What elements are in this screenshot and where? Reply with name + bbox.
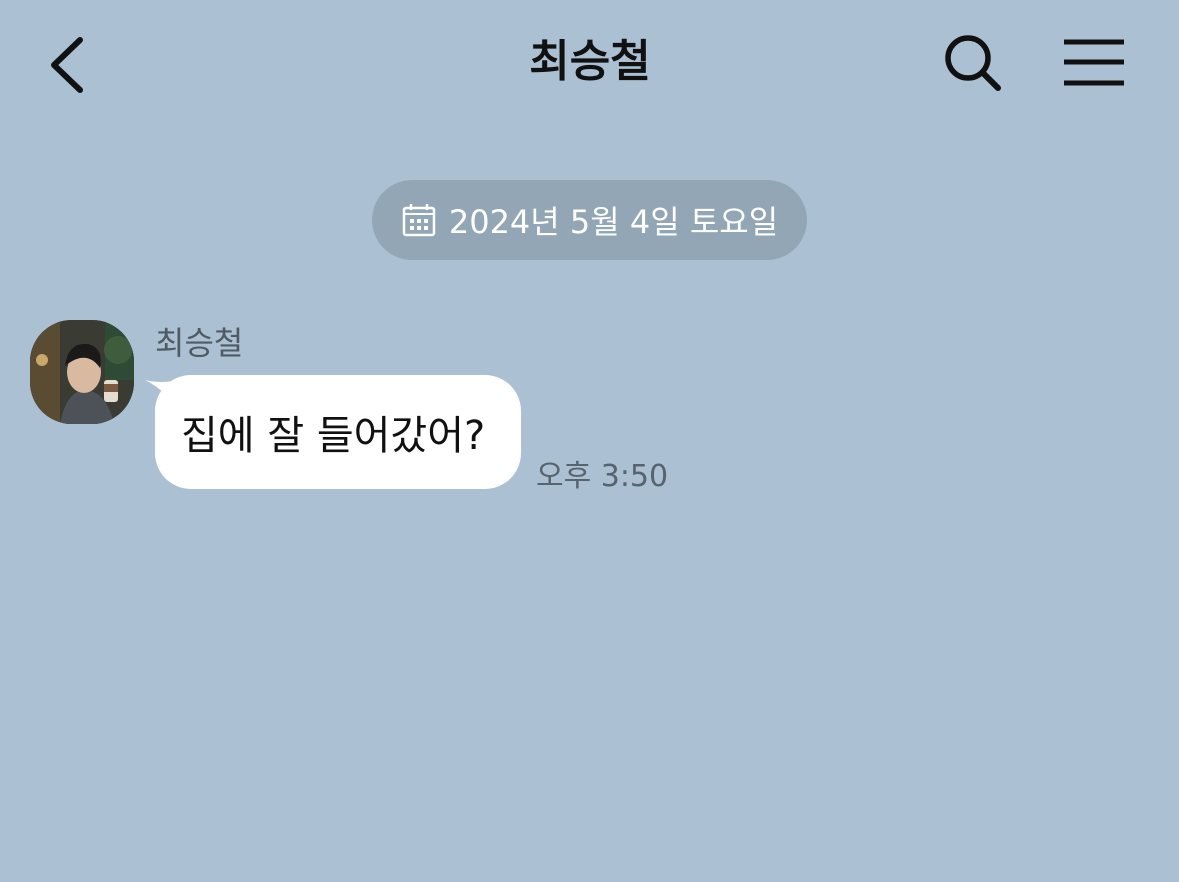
sender-name: 최승철 <box>155 324 244 362</box>
chevron-left-icon <box>51 37 83 93</box>
message-bubble[interactable]: 집에 잘 들어갔어? <box>155 375 521 489</box>
hamburger-menu-icon <box>1064 39 1124 86</box>
back-button[interactable] <box>38 30 98 100</box>
date-divider: 2024년 5월 4일 토요일 <box>372 180 807 260</box>
chat-header: 최승철 <box>0 0 1179 130</box>
sender-avatar[interactable] <box>30 320 134 424</box>
profile-photo <box>30 320 134 424</box>
search-icon <box>945 35 1001 91</box>
chat-title: 최승철 <box>529 36 651 87</box>
menu-button[interactable] <box>1058 34 1132 94</box>
message-timestamp: 오후 3:50 <box>536 459 669 494</box>
calendar-icon <box>402 204 436 237</box>
date-divider-label: 2024년 5월 4일 토요일 <box>448 203 779 241</box>
search-button[interactable] <box>940 30 1006 96</box>
message-text: 집에 잘 들어갔어? <box>181 413 486 459</box>
